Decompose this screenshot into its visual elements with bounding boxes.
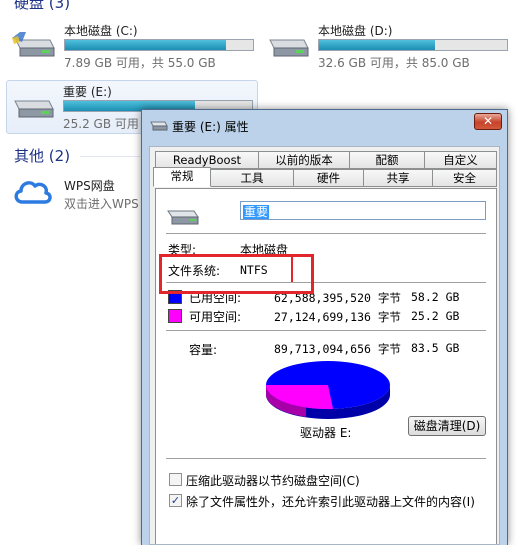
group-title: 硬盘 bbox=[14, 0, 45, 12]
hard-disks-group-header[interactable]: 硬盘 (3) bbox=[14, 0, 70, 13]
tab-previous-versions[interactable]: 以前的版本 bbox=[258, 151, 350, 169]
dialog-title: 重要 (E:) 属性 bbox=[172, 120, 249, 134]
group-count: (3) bbox=[48, 0, 71, 12]
other-group-header[interactable]: 其他 (2) bbox=[14, 145, 70, 166]
tab-security[interactable]: 安全 bbox=[432, 169, 497, 187]
drive-usage-bar bbox=[64, 39, 254, 51]
drive-usage-fill bbox=[319, 40, 435, 50]
hard-drive-icon bbox=[167, 210, 199, 225]
index-checkbox[interactable]: ✓ bbox=[169, 494, 182, 507]
close-button[interactable]: ✕ bbox=[474, 113, 502, 130]
tab-tools[interactable]: 工具 bbox=[210, 169, 294, 187]
free-space-swatch bbox=[168, 309, 182, 323]
highlight-annotation-mark bbox=[291, 254, 293, 282]
separator bbox=[166, 233, 486, 234]
disk-usage-pie-chart bbox=[265, 361, 390, 419]
compress-label[interactable]: 压缩此驱动器以节约磁盘空间(C) bbox=[186, 472, 360, 489]
drive-usage-fill bbox=[65, 40, 227, 50]
wps-cloud-tile[interactable]: WPS网盘 双击进入WPS bbox=[8, 172, 140, 214]
drive-icon bbox=[150, 121, 168, 131]
separator bbox=[166, 458, 486, 459]
drive-d-tile[interactable]: 本地磁盘 (D:) 32.6 GB 可用，共 85.0 GB bbox=[262, 20, 512, 70]
tab-sharing[interactable]: 共享 bbox=[363, 169, 433, 187]
free-space-label: 可用空间: bbox=[189, 310, 242, 324]
wps-name: WPS网盘 bbox=[64, 179, 115, 193]
hard-drive-icon bbox=[12, 32, 55, 57]
separator bbox=[166, 330, 486, 331]
compress-checkbox[interactable] bbox=[169, 473, 182, 486]
hard-drive-icon bbox=[269, 39, 309, 57]
used-space-size: 58.2 GB bbox=[411, 290, 460, 304]
capacity-size: 83.5 GB bbox=[411, 341, 460, 355]
wps-subtitle: 双击进入WPS bbox=[64, 197, 139, 211]
drive-free-space: 25.2 GB 可用 bbox=[63, 117, 139, 131]
drive-usage-bar bbox=[318, 39, 508, 51]
tab-hardware[interactable]: 硬件 bbox=[293, 169, 364, 187]
index-label[interactable]: 除了文件属性外，还允许索引此驱动器上文件的内容(I) bbox=[186, 493, 475, 510]
hard-drive-icon bbox=[14, 100, 54, 118]
drive-label: 驱动器 E: bbox=[300, 426, 352, 440]
capacity-label: 容量: bbox=[189, 343, 218, 357]
free-space-bytes: 27,124,699,136 字节 bbox=[274, 310, 401, 324]
drive-name: 重要 (E:) bbox=[63, 85, 112, 99]
volume-name-input[interactable]: 重要 bbox=[240, 201, 486, 220]
group-title: 其他 bbox=[14, 147, 45, 165]
tab-general[interactable]: 常规 bbox=[153, 167, 211, 187]
tab-quota[interactable]: 配额 bbox=[349, 151, 425, 169]
tab-customize[interactable]: 自定义 bbox=[424, 151, 497, 169]
drive-name: 本地磁盘 (D:) bbox=[318, 24, 393, 38]
drive-free-space: 32.6 GB 可用，共 85.0 GB bbox=[318, 56, 470, 70]
dialog-titlebar[interactable]: 重要 (E:) 属性 ✕ bbox=[142, 110, 507, 140]
disk-cleanup-button[interactable]: 磁盘清理(D) bbox=[408, 416, 486, 436]
cloud-icon bbox=[14, 181, 52, 204]
group-count: (2) bbox=[48, 147, 71, 165]
drive-free-space: 7.89 GB 可用，共 55.0 GB bbox=[64, 56, 216, 70]
volume-name-text: 重要 bbox=[243, 205, 270, 219]
group-divider bbox=[80, 156, 140, 157]
drive-c-tile[interactable]: 本地磁盘 (C:) 7.89 GB 可用，共 55.0 GB bbox=[8, 20, 258, 70]
drive-name: 本地磁盘 (C:) bbox=[64, 24, 138, 38]
free-space-size: 25.2 GB bbox=[411, 309, 460, 323]
